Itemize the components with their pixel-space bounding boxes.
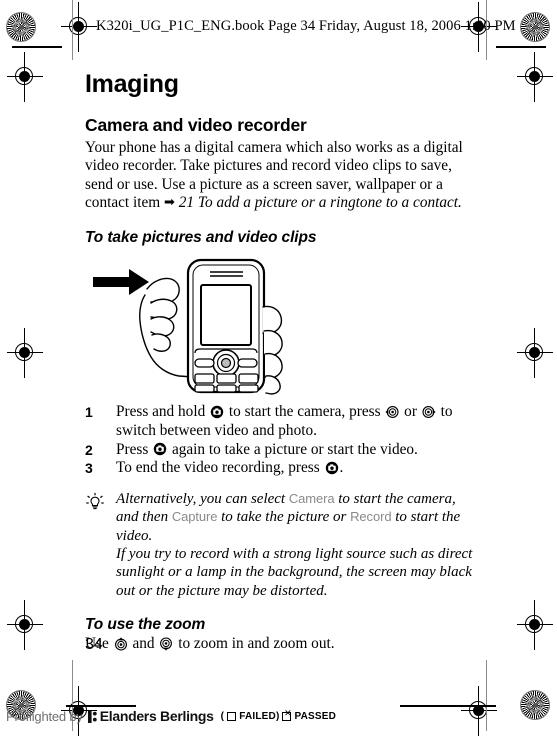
tip-note: Alternatively, you can select Camera to …: [85, 490, 477, 600]
nav-key-left-icon: [385, 405, 399, 419]
ui-term-record: Record: [350, 509, 392, 525]
chapter-title: Imaging: [85, 70, 179, 98]
star-target-icon-bottom-right: [520, 690, 550, 720]
registration-target-icon-left-upper: [7, 52, 43, 102]
zoom-text-b: and: [128, 635, 159, 653]
page-content: Imaging Camera and video recorder Your p…: [85, 70, 477, 654]
procedure-title: To take pictures and video clips: [85, 229, 317, 247]
failed-label: FAILED: [239, 710, 276, 722]
trim-line-top-left: [12, 46, 62, 48]
step-2-text-b: again to take a picture or start the vid…: [168, 440, 418, 458]
zoom-title: To use the zoom: [85, 616, 206, 634]
camera-key-icon: [153, 442, 167, 456]
paren-close: ): [275, 710, 280, 722]
trim-line-top-right: [496, 46, 546, 48]
zoom-section: To use the zoom Use and to zoom in and z…: [85, 616, 477, 653]
passed-label: PASSED: [294, 710, 337, 722]
zoom-text-c: to zoom in and zoom out.: [174, 635, 335, 653]
step-2: 2 Press again to take a picture or start …: [85, 441, 477, 459]
elanders-logo-icon: [87, 710, 97, 723]
page-number: 34: [85, 636, 103, 653]
camera-key-icon: [210, 405, 224, 419]
step-3-text-b: .: [339, 459, 344, 477]
procedure-steps: 1 Press and hold to start the camera, pre…: [85, 403, 477, 478]
registration-target-icon-left-middle: [7, 328, 43, 378]
registration-target-icon-right-lower: [517, 600, 553, 650]
nav-key-right-icon: [422, 405, 436, 419]
tip-text-a: Alternatively, you can select: [116, 490, 289, 507]
registration-target-icon-left-lower: [7, 600, 43, 650]
failed-checkbox: [227, 711, 237, 721]
intro-cross-reference: 21 To add a picture or a ringtone to a c…: [178, 193, 462, 211]
file-header-text: K320i_UG_P1C_ENG.book Page 34 Friday, Au…: [96, 18, 516, 34]
step-1: 1 Press and hold to start the camera, pre…: [85, 403, 477, 440]
lightbulb-icon: [85, 492, 105, 512]
phone-illustration: [186, 259, 266, 394]
camera-key-icon: [325, 461, 339, 475]
step-1-text-b: to start the camera, press: [225, 403, 385, 421]
tip-paragraph-1: Alternatively, you can select Camera to …: [116, 490, 477, 545]
preflight-by-label: Preflighted by: [6, 708, 83, 724]
trim-line-bottom-right: [400, 705, 496, 707]
trim-line-right-lower: [486, 660, 487, 731]
hand-holding-phone-illustration: [85, 255, 477, 395]
trim-line-bottom-left: [66, 705, 136, 707]
step-number: 2: [85, 441, 93, 458]
passed-checkbox: [282, 710, 292, 721]
step-1-text-a: Press and hold: [116, 403, 210, 421]
registration-target-icon-right-middle: [517, 328, 553, 378]
step-number: 3: [85, 460, 93, 477]
ui-term-camera: Camera: [288, 490, 335, 506]
star-target-icon-top-left: [6, 12, 36, 42]
tip-paragraph-2: If you try to record with a strong light…: [116, 546, 473, 599]
preflight-brand: Elanders Berlings: [99, 708, 214, 724]
preflight-result: ( FAILED ) PASSED: [220, 710, 337, 722]
xref-arrow-icon: ➡: [164, 194, 175, 210]
star-target-icon-top-right: [520, 12, 550, 42]
step-1-text-c: or: [400, 403, 421, 421]
step-3-text-a: To end the video recording, press: [116, 459, 324, 477]
section-title: Camera and video recorder: [85, 115, 307, 135]
registration-target-icon-top-center-left: [61, 2, 97, 52]
registration-target-icon-bottom-center-right: [461, 686, 497, 736]
step-number: 1: [85, 404, 93, 421]
ui-term-capture: Capture: [171, 509, 218, 525]
intro-paragraph: Your phone has a digital camera which al…: [85, 139, 477, 212]
zoom-paragraph: Use and to zoom in and zoom out.: [85, 635, 477, 653]
step-3: 3 To end the video recording, press .: [85, 459, 477, 477]
registration-target-icon-right-upper: [517, 52, 553, 102]
preflight-stamp: Preflighted by Elanders Berlings ( FAILE…: [6, 708, 336, 724]
step-2-text-a: Press: [116, 440, 153, 458]
nav-key-up-icon: [114, 637, 128, 651]
pointer-arrow-icon: [93, 269, 149, 296]
trim-line-left: [72, 0, 73, 60]
tip-text-c: to take the picture or: [217, 509, 351, 526]
nav-key-down-icon: [159, 637, 173, 651]
paren-open: (: [220, 710, 225, 722]
